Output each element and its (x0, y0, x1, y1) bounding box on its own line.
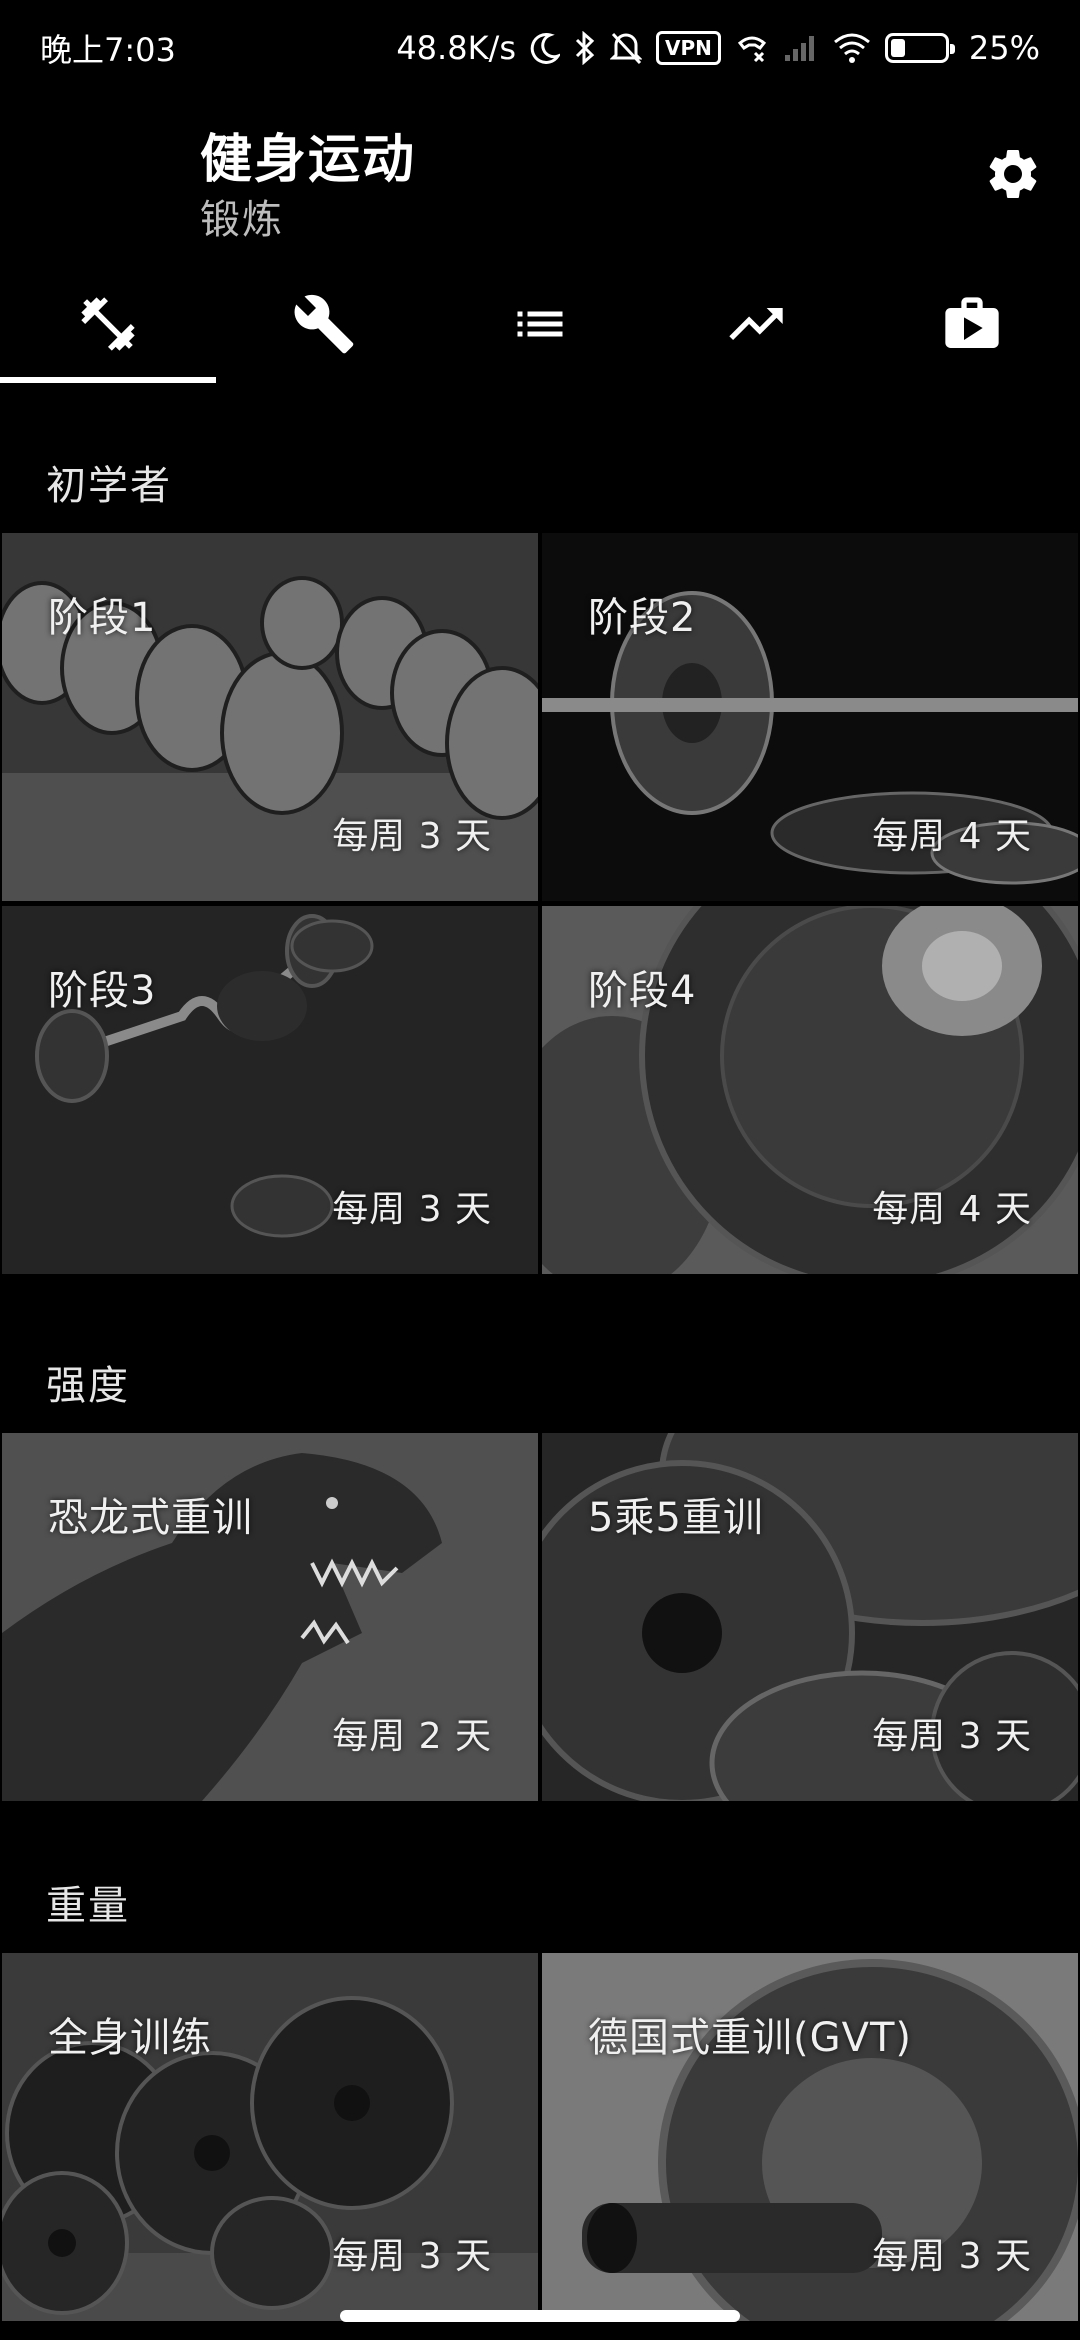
gear-icon (989, 150, 1037, 198)
program-name: 5乘5重训 (588, 1495, 764, 1541)
program-frequency: 每周 3 天 (872, 1716, 1032, 1757)
video-bag-icon (945, 297, 999, 348)
trending-up-icon (729, 308, 783, 340)
program-frequency: 每周 4 天 (872, 1189, 1032, 1230)
status-time: 晚上7:03 (40, 30, 176, 69)
program-card-dinosaur[interactable]: 恐龙式重训 每周 2 天 (2, 1433, 538, 1801)
program-frequency: 每周 3 天 (332, 2236, 492, 2277)
program-card-stage2[interactable]: 阶段2 每周 4 天 (542, 533, 1078, 901)
vpn-icon: VPN (656, 30, 721, 65)
program-card-full-body[interactable]: 全身训练 每周 3 天 (2, 1953, 538, 2321)
tab-workouts[interactable] (0, 265, 216, 383)
app-header: 健身运动 锻炼 (0, 95, 1080, 265)
program-name: 德国式重训(GVT) (588, 2015, 913, 2061)
tab-list[interactable] (432, 265, 648, 383)
program-name: 阶段3 (48, 968, 157, 1014)
settings-button[interactable] (976, 137, 1050, 211)
wrench-icon (294, 294, 354, 354)
network-speed: 48.8K/s (396, 28, 516, 67)
program-card-stage1[interactable]: 阶段1 每周 3 天 (2, 533, 538, 901)
moon-icon (530, 32, 560, 64)
page-subtitle: 锻炼 (200, 197, 284, 243)
program-name: 全身训练 (48, 2015, 212, 2061)
section-title-intensity: 强度 (46, 1363, 130, 1409)
tab-tools[interactable] (216, 265, 432, 383)
page-title: 健身运动 (200, 130, 417, 190)
program-frequency: 每周 3 天 (872, 2236, 1032, 2277)
program-name: 阶段4 (588, 968, 697, 1014)
wifi-icon (833, 32, 871, 64)
dumbbell-icon (81, 297, 135, 351)
program-frequency: 每周 2 天 (332, 1716, 492, 1757)
battery-icon (884, 32, 955, 63)
program-frequency: 每周 3 天 (332, 816, 492, 857)
program-card-5x5[interactable]: 5乘5重训 每周 3 天 (542, 1433, 1078, 1801)
tab-bar (0, 265, 1080, 383)
call-forward-icon (735, 31, 769, 65)
section-title-weight: 重量 (46, 1883, 130, 1929)
tab-progress[interactable] (648, 265, 864, 383)
bluetooth-icon (574, 30, 596, 65)
program-frequency: 每周 4 天 (872, 816, 1032, 857)
program-card-stage4[interactable]: 阶段4 每周 4 天 (542, 906, 1078, 1274)
mute-icon (610, 31, 642, 65)
status-bar: 晚上7:03 48.8K/s VPN 25% (0, 0, 1080, 95)
home-indicator[interactable] (340, 2310, 740, 2322)
tab-videos[interactable] (864, 265, 1080, 383)
program-name: 恐龙式重训 (48, 1495, 253, 1541)
program-name: 阶段1 (48, 595, 157, 641)
program-frequency: 每周 3 天 (332, 1189, 492, 1230)
list-icon (517, 311, 563, 337)
signal-icon (783, 33, 819, 63)
program-card-stage3[interactable]: 阶段3 每周 3 天 (2, 906, 538, 1274)
program-card-gvt[interactable]: 德国式重训(GVT) 每周 3 天 (542, 1953, 1078, 2321)
section-title-beginner: 初学者 (46, 463, 172, 509)
program-name: 阶段2 (588, 595, 697, 641)
battery-percent: 25% (968, 28, 1040, 67)
